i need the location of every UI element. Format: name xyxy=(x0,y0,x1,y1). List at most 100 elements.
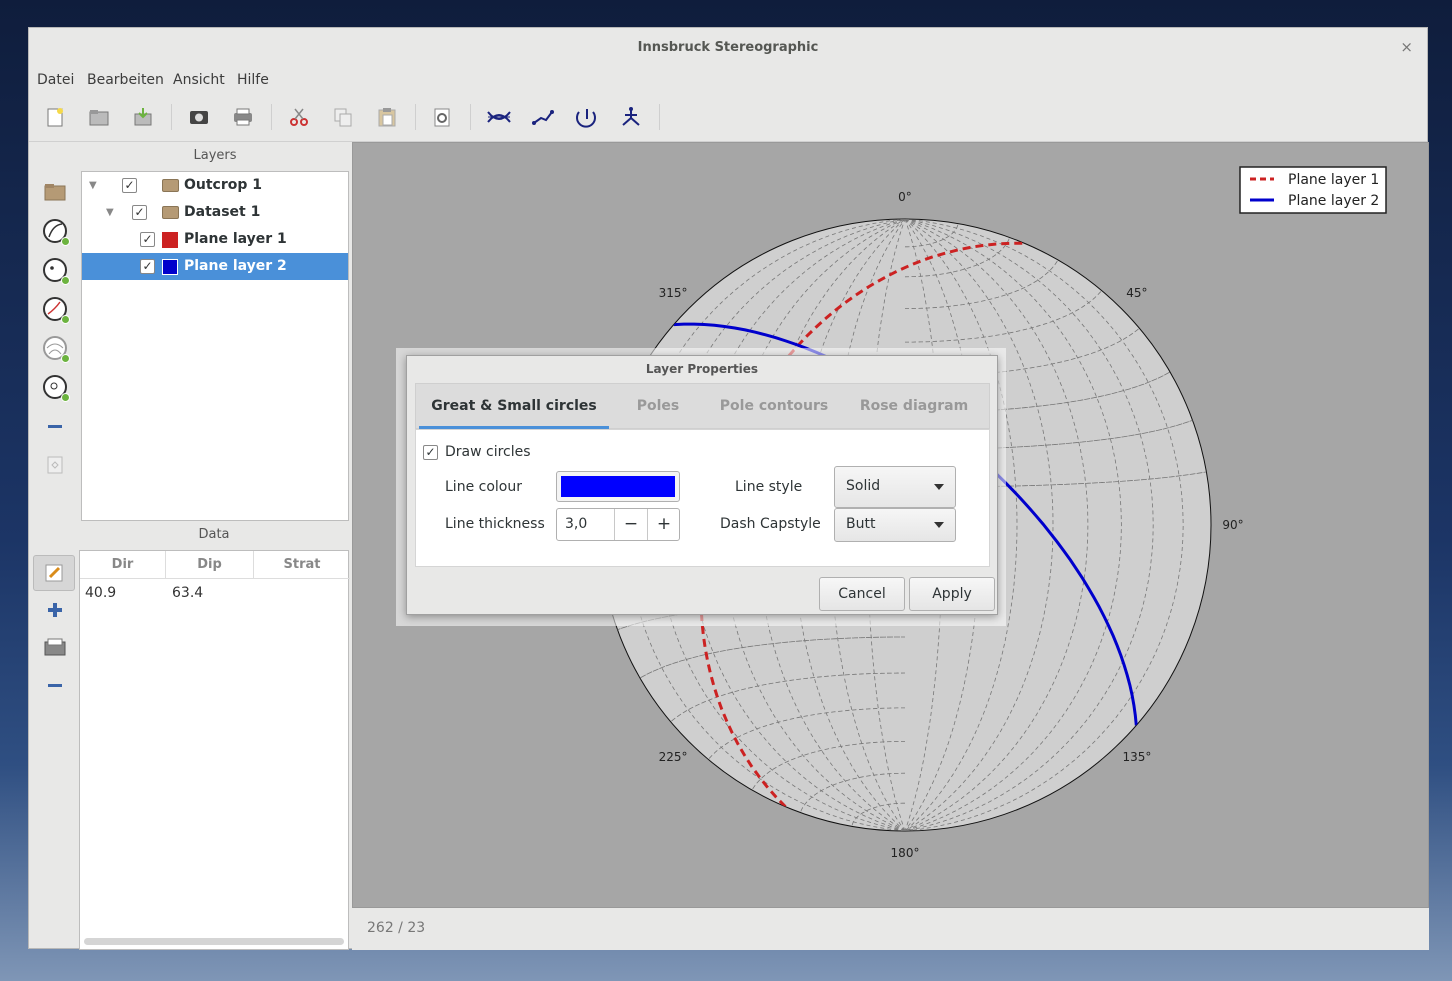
line-colour-button[interactable] xyxy=(556,471,680,502)
chevron-down-icon xyxy=(934,522,944,528)
legend-label: Plane layer 2 xyxy=(1288,193,1379,209)
tab-rose-diagram[interactable]: Rose diagram xyxy=(852,384,976,429)
expander-icon[interactable]: ▼ xyxy=(89,172,97,199)
line-style-label: Line style xyxy=(735,479,803,495)
line-style-value: Solid xyxy=(846,478,881,494)
column-header-strat[interactable]: Strat xyxy=(254,551,350,579)
layer-label: Outcrop 1 xyxy=(184,177,263,193)
table-cell-dip[interactable]: 63.4 xyxy=(172,585,203,601)
edit-data-icon[interactable] xyxy=(33,555,75,591)
add-line-layer-icon[interactable] xyxy=(41,295,70,324)
side-toolbar xyxy=(29,142,81,950)
stereonet-icon[interactable] xyxy=(485,103,513,131)
layer-checkbox[interactable]: ✓ xyxy=(140,232,155,247)
add-folder-icon[interactable] xyxy=(41,178,69,206)
table-cell-dir[interactable]: 40.9 xyxy=(85,585,116,601)
dialog-tabs: Great & Small circles Poles Pole contour… xyxy=(415,383,990,429)
layer-row-plane-1[interactable]: ✓ Plane layer 1 xyxy=(82,226,348,253)
new-file-icon[interactable] xyxy=(41,103,69,131)
save-file-icon[interactable] xyxy=(129,103,157,131)
layer-row-dataset[interactable]: ▼ ✓ Dataset 1 xyxy=(82,199,348,226)
layer-color-swatch xyxy=(162,232,178,248)
layer-row-plane-2[interactable]: ✓ Plane layer 2 xyxy=(82,253,348,280)
add-fault-layer-icon[interactable] xyxy=(41,373,70,402)
chevron-down-icon xyxy=(934,484,944,490)
direction-label: 180° xyxy=(891,846,920,860)
draw-circles-checkbox[interactable]: ✓ xyxy=(423,445,438,460)
expander-icon[interactable]: ▼ xyxy=(106,199,114,226)
dash-capstyle-label: Dash Capstyle xyxy=(720,516,821,532)
layer-row-outcrop[interactable]: ▼ ✓ Outcrop 1 xyxy=(82,172,348,199)
layers-heading: Layers xyxy=(193,148,237,163)
direction-label: 315° xyxy=(659,286,688,300)
status-bar: 262 / 23 xyxy=(352,908,1429,950)
add-plane-layer-icon[interactable] xyxy=(41,217,70,246)
apply-button[interactable]: Apply xyxy=(909,577,995,611)
dash-capstyle-select[interactable]: Butt xyxy=(834,508,956,542)
add-row-icon[interactable] xyxy=(41,596,69,624)
menu-bar: Datei Bearbeiten Ansicht Hilfe xyxy=(29,66,1427,94)
decrease-button[interactable]: − xyxy=(614,509,647,540)
increase-button[interactable]: + xyxy=(647,509,680,540)
dash-capstyle-value: Butt xyxy=(846,516,876,532)
layer-properties-dialog: Layer Properties Great & Small circles P… xyxy=(406,355,998,615)
menu-hilfe[interactable]: Hilfe xyxy=(237,72,269,88)
tab-pole-contours[interactable]: Pole contours xyxy=(716,384,832,429)
cursor-readout: 262 / 23 xyxy=(367,920,426,936)
data-heading: Data xyxy=(198,527,230,542)
add-smallcircle-layer-icon[interactable] xyxy=(41,334,70,363)
layer-color-swatch xyxy=(162,259,178,275)
direction-label: 0° xyxy=(898,190,912,204)
cancel-button[interactable]: Cancel xyxy=(819,577,905,611)
close-icon[interactable]: × xyxy=(1400,28,1413,66)
horizontal-scrollbar[interactable] xyxy=(84,938,344,945)
layer-properties-icon[interactable] xyxy=(41,451,69,479)
screenshot-icon[interactable] xyxy=(185,103,213,131)
direction-label: 135° xyxy=(1122,750,1151,764)
tab-panel: ✓ Draw circles Line colour Line thicknes… xyxy=(415,429,990,567)
direction-label: 45° xyxy=(1126,286,1147,300)
menu-bearbeiten[interactable]: Bearbeiten xyxy=(87,72,164,88)
column-header-dir[interactable]: Dir xyxy=(80,551,166,579)
window-title: Innsbruck Stereographic xyxy=(637,40,819,55)
toolbar xyxy=(29,94,1427,142)
print-icon[interactable] xyxy=(229,103,257,131)
direction-label: 90° xyxy=(1222,518,1243,532)
title-bar: Innsbruck Stereographic × xyxy=(29,28,1427,66)
column-header-dip[interactable]: Dip xyxy=(166,551,254,579)
open-file-icon[interactable] xyxy=(85,103,113,131)
line-thickness-label: Line thickness xyxy=(445,516,545,532)
layer-checkbox[interactable]: ✓ xyxy=(132,205,147,220)
draw-circles-label: Draw circles xyxy=(445,444,531,460)
line-thickness-spinner[interactable]: 3,0 − + xyxy=(556,508,680,541)
layer-label: Plane layer 1 xyxy=(184,231,287,247)
add-pole-layer-icon[interactable] xyxy=(41,256,70,285)
line-tool-icon[interactable] xyxy=(529,103,557,131)
menu-ansicht[interactable]: Ansicht xyxy=(173,72,225,88)
remove-layer-icon[interactable] xyxy=(41,412,69,440)
menu-datei[interactable]: Datei xyxy=(37,72,74,88)
folder-icon xyxy=(162,179,179,192)
line-thickness-value[interactable]: 3,0 xyxy=(565,516,587,532)
fit-tool-icon[interactable] xyxy=(617,103,645,131)
layer-checkbox[interactable]: ✓ xyxy=(122,178,137,193)
layers-tree: ▼ ✓ Outcrop 1 ▼ ✓ Dataset 1 ✓ Plane laye… xyxy=(81,171,349,521)
folder-icon xyxy=(162,206,179,219)
import-data-icon[interactable] xyxy=(41,633,69,661)
layer-label: Plane layer 2 xyxy=(184,258,287,274)
dialog-title: Layer Properties xyxy=(645,362,759,376)
line-colour-swatch xyxy=(561,476,675,497)
data-table: Dir Dip Strat 40.9 63.4 xyxy=(79,550,350,950)
tab-great-small-circles[interactable]: Great & Small circles xyxy=(419,384,609,429)
copy-icon[interactable] xyxy=(329,103,357,131)
rotate-tool-icon[interactable] xyxy=(573,103,601,131)
layer-checkbox[interactable]: ✓ xyxy=(140,259,155,274)
cut-icon[interactable] xyxy=(285,103,313,131)
line-colour-label: Line colour xyxy=(445,479,522,495)
tab-poles[interactable]: Poles xyxy=(620,384,696,429)
line-style-select[interactable]: Solid xyxy=(834,466,956,508)
paste-icon[interactable] xyxy=(373,103,401,131)
direction-label: 225° xyxy=(659,750,688,764)
remove-row-icon[interactable] xyxy=(41,671,69,699)
settings-icon[interactable] xyxy=(428,103,456,131)
